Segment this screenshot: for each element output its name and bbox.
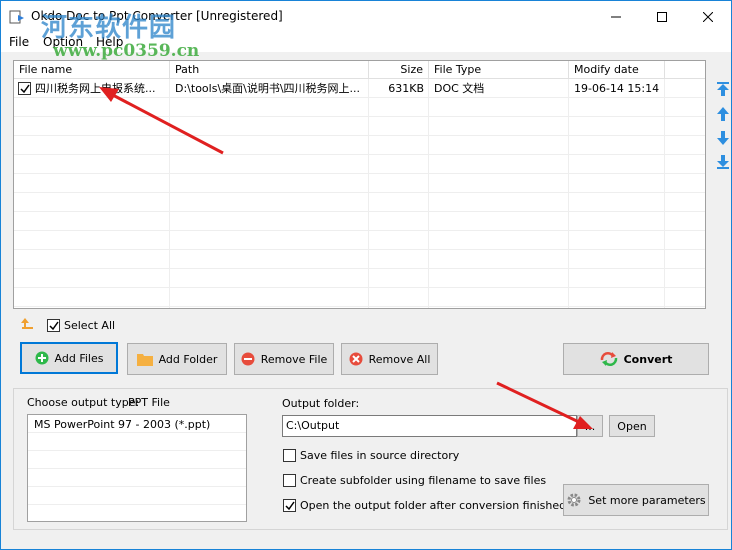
- list-item[interactable]: MS PowerPoint 97 - 2003 (*.ppt): [28, 415, 246, 433]
- open-output-folder-label: Open the output folder after conversion …: [300, 499, 567, 512]
- add-icon: [35, 351, 49, 365]
- select-all-checkbox[interactable]: [47, 319, 60, 332]
- column-header-type[interactable]: File Type: [429, 61, 569, 79]
- remove-all-button[interactable]: Remove All: [341, 343, 438, 375]
- create-subfolder-label: Create subfolder using filename to save …: [300, 474, 547, 487]
- output-folder-label: Output folder:: [282, 397, 360, 410]
- file-type-cell: DOC 文档: [434, 82, 485, 95]
- empty-list-row: [28, 451, 246, 469]
- set-more-parameters-button[interactable]: Set more parameters: [563, 484, 709, 516]
- add-folder-button[interactable]: Add Folder: [127, 343, 227, 375]
- remove-icon: [241, 352, 255, 366]
- convert-icon: [600, 351, 618, 367]
- output-type-value: PPT File: [128, 396, 170, 409]
- save-in-source-checkbox[interactable]: [283, 449, 296, 462]
- table-row[interactable]: 四川税务网上电报系统... D:\tools\桌面\说明书\四川税务网上... …: [14, 79, 705, 98]
- menu-file[interactable]: File: [9, 35, 29, 49]
- file-date-cell: 19-06-14 15:14: [574, 82, 660, 95]
- column-header-path[interactable]: Path: [170, 61, 369, 79]
- minimize-button[interactable]: [593, 1, 639, 32]
- empty-row: [14, 212, 705, 231]
- empty-list-row: [28, 433, 246, 451]
- empty-row: [14, 155, 705, 174]
- remove-all-label: Remove All: [368, 352, 431, 366]
- add-folder-label: Add Folder: [158, 352, 218, 366]
- open-folder-button[interactable]: Open: [609, 415, 655, 437]
- maximize-button[interactable]: [639, 1, 685, 32]
- up-level-icon[interactable]: [19, 316, 37, 332]
- output-type-list[interactable]: MS PowerPoint 97 - 2003 (*.ppt): [27, 414, 247, 522]
- file-size-cell: 631KB: [388, 82, 424, 95]
- open-output-folder-checkbox[interactable]: [283, 499, 296, 512]
- output-type-option: MS PowerPoint 97 - 2003 (*.ppt): [34, 418, 211, 431]
- select-all-label: Select All: [64, 319, 116, 332]
- empty-row: [14, 269, 705, 288]
- add-files-label: Add Files: [54, 351, 104, 365]
- app-icon: [9, 9, 25, 25]
- add-files-button[interactable]: Add Files: [20, 342, 118, 374]
- empty-row: [14, 250, 705, 269]
- convert-label: Convert: [623, 352, 673, 366]
- empty-row: [14, 288, 705, 307]
- column-header-size[interactable]: Size: [369, 61, 429, 79]
- watermark-logo: 河东软件园: [41, 13, 177, 43]
- gear-icon: [566, 492, 582, 508]
- move-down-icon[interactable]: [716, 130, 730, 146]
- set-more-parameters-label: Set more parameters: [588, 493, 706, 507]
- empty-row: [14, 193, 705, 212]
- empty-row: [14, 117, 705, 136]
- move-top-icon[interactable]: [716, 81, 730, 97]
- empty-list-row: [28, 505, 246, 521]
- file-list[interactable]: File name Path Size File Type Modify dat…: [13, 60, 706, 309]
- create-subfolder-checkbox[interactable]: [283, 474, 296, 487]
- close-button[interactable]: [685, 1, 731, 32]
- file-path-cell: D:\tools\桌面\说明书\四川税务网上...: [175, 82, 361, 95]
- folder-icon: [136, 352, 153, 366]
- column-header-date[interactable]: Modify date: [569, 61, 665, 79]
- remove-file-button[interactable]: Remove File: [234, 343, 334, 375]
- empty-row: [14, 231, 705, 250]
- app-window: Okdo Doc to Ppt Converter [Unregistered]…: [0, 0, 732, 550]
- remove-all-icon: [349, 352, 363, 366]
- remove-file-label: Remove File: [260, 352, 328, 366]
- move-up-icon[interactable]: [716, 106, 730, 122]
- convert-button[interactable]: Convert: [563, 343, 709, 375]
- move-bottom-icon[interactable]: [716, 154, 730, 170]
- save-in-source-label: Save files in source directory: [300, 449, 460, 462]
- output-type-label: Choose output type:: [27, 396, 140, 409]
- watermark-url: www.pc0359.cn: [53, 41, 200, 61]
- file-name-cell: 四川税务网上电报系统...: [35, 82, 156, 95]
- empty-row: [14, 136, 705, 155]
- empty-list-row: [28, 469, 246, 487]
- empty-row: [14, 98, 705, 117]
- column-header-name[interactable]: File name: [14, 61, 170, 79]
- column-header-spacer: [665, 61, 705, 79]
- empty-list-row: [28, 487, 246, 505]
- output-folder-input[interactable]: C:\Output: [282, 415, 577, 437]
- browse-button[interactable]: ...: [577, 415, 603, 437]
- empty-row: [14, 174, 705, 193]
